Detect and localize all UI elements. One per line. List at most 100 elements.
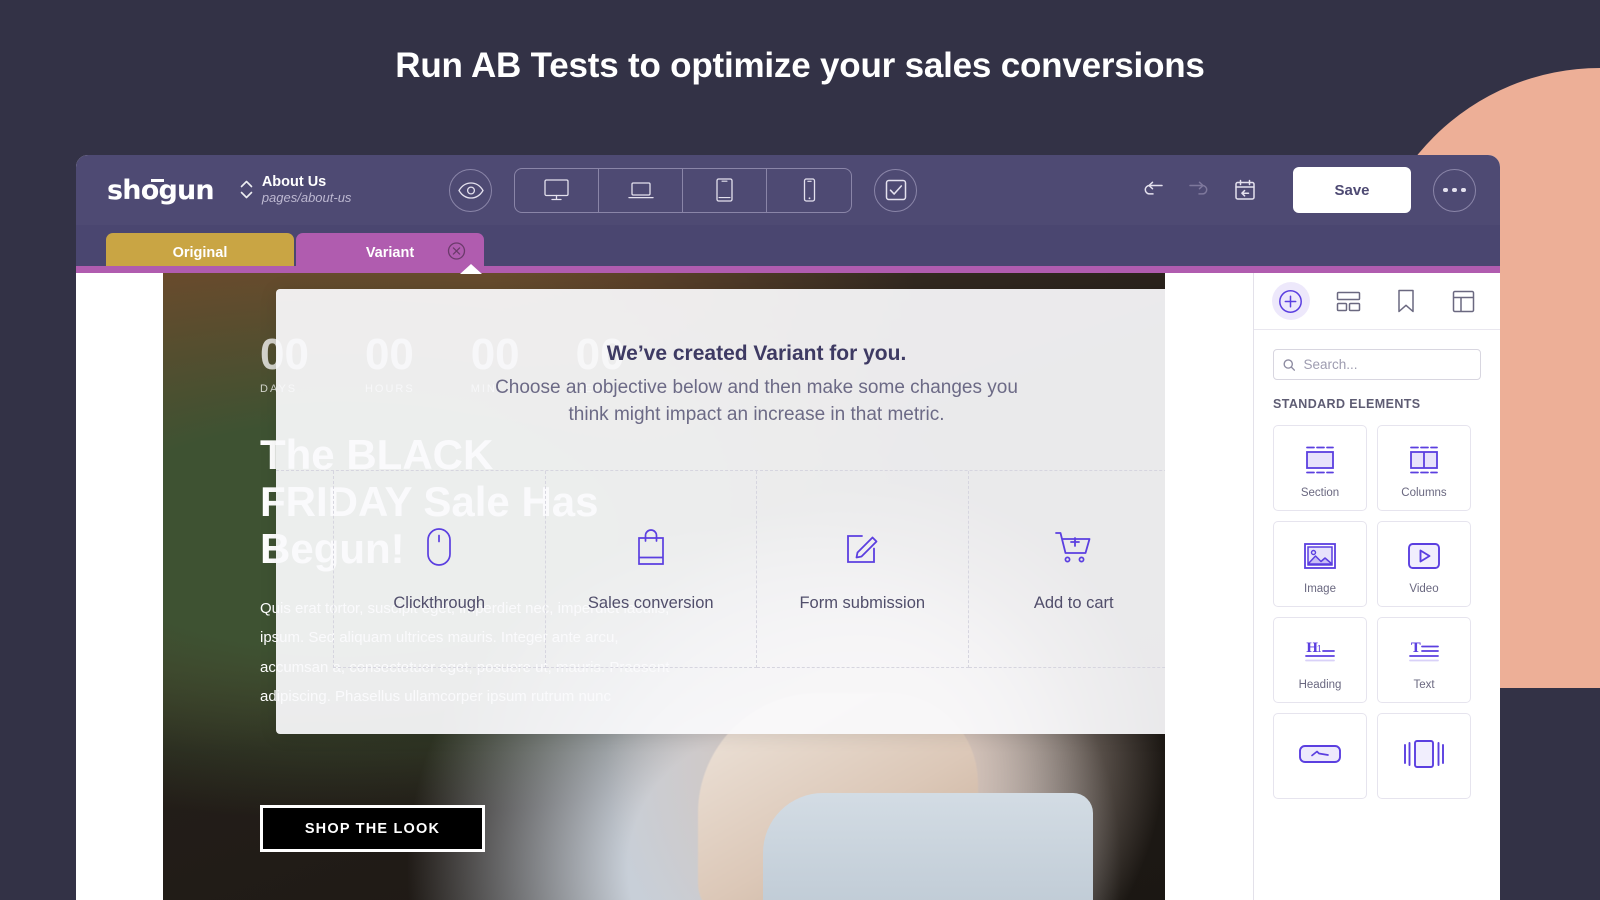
element-tile-label: Image bbox=[1304, 582, 1336, 595]
shop-the-look-button[interactable]: SHOP THE LOOK bbox=[260, 805, 485, 852]
columns-icon bbox=[1407, 438, 1441, 482]
video-icon bbox=[1406, 534, 1442, 578]
element-tile-label: Heading bbox=[1298, 678, 1342, 691]
elements-sidebar: STANDARD ELEMENTS Section bbox=[1253, 273, 1500, 900]
element-tile-label: Video bbox=[1409, 582, 1439, 595]
svg-text:1: 1 bbox=[1317, 645, 1323, 655]
element-tiles: Section Columns Image Video H 1 Heading … bbox=[1254, 411, 1500, 799]
chevron-updown-icon bbox=[240, 180, 253, 199]
layout-icon bbox=[1452, 290, 1474, 312]
sidebar-tab-row bbox=[1254, 273, 1500, 330]
publish-button[interactable] bbox=[874, 168, 918, 212]
search-input[interactable] bbox=[1303, 357, 1471, 372]
edit-pencil-icon bbox=[842, 524, 882, 570]
element-tile-text[interactable]: T Text bbox=[1377, 617, 1471, 703]
element-tile-label: Columns bbox=[1401, 486, 1447, 499]
element-tile-heading[interactable]: H 1 Heading bbox=[1273, 617, 1367, 703]
tab-pointer bbox=[460, 264, 482, 274]
variant-tab-bar: Original Variant bbox=[76, 225, 1500, 274]
top-toolbar: shogun About Us pages/about-us Save bbox=[76, 155, 1500, 225]
button-icon bbox=[1298, 732, 1342, 776]
sidebar-tab-add[interactable] bbox=[1271, 282, 1310, 320]
app-window: shogun About Us pages/about-us Save Orig… bbox=[76, 155, 1500, 900]
version-history-button[interactable] bbox=[1225, 170, 1265, 210]
plus-circle-icon bbox=[1279, 289, 1303, 313]
redo-icon bbox=[1189, 181, 1208, 195]
objective-label: Clickthrough bbox=[393, 594, 486, 613]
more-dots-icon bbox=[1443, 187, 1466, 193]
objective-add-to-cart[interactable]: Add to cart bbox=[968, 471, 1165, 668]
sidebar-tab-layers[interactable] bbox=[1329, 282, 1367, 320]
canvas-area: 00 DAYS 00 HOURS 00 MIN 00 bbox=[76, 273, 1253, 900]
variant-objective-modal: We’ve created Variant for you. Choose an… bbox=[276, 289, 1165, 734]
page-path: pages/about-us bbox=[261, 189, 352, 205]
page-title: About Us bbox=[261, 174, 327, 191]
tab-underline bbox=[76, 266, 1500, 273]
image-icon bbox=[1303, 534, 1337, 578]
logo-macron bbox=[151, 178, 164, 182]
page-headline: Run AB Tests to optimize your sales conv… bbox=[395, 46, 1205, 85]
app-body: 00 DAYS 00 HOURS 00 MIN 00 bbox=[76, 273, 1500, 900]
shopping-bag-icon bbox=[634, 524, 668, 570]
text-icon: T bbox=[1406, 630, 1442, 674]
section-title: STANDARD ELEMENTS bbox=[1273, 397, 1421, 411]
element-tile-carousel[interactable] bbox=[1377, 713, 1471, 799]
desktop-icon bbox=[544, 179, 570, 201]
element-tile-section[interactable]: Section bbox=[1273, 425, 1367, 511]
page-picker[interactable]: About Us pages/about-us bbox=[240, 174, 352, 206]
objective-label: Add to cart bbox=[1033, 594, 1114, 613]
device-tablet-button[interactable] bbox=[683, 168, 768, 212]
device-laptop-button[interactable] bbox=[599, 168, 684, 212]
objective-form-submission[interactable]: Form submission bbox=[757, 470, 969, 668]
element-tile-button[interactable] bbox=[1273, 713, 1367, 799]
objective-list: Clickthrough Sales conversion Form submi… bbox=[276, 469, 1165, 668]
more-options-button[interactable] bbox=[1433, 168, 1476, 212]
objective-label: Sales conversion bbox=[587, 594, 714, 613]
shogun-logo[interactable]: shogun bbox=[107, 175, 215, 206]
device-desktop-button[interactable] bbox=[515, 168, 600, 212]
checkbox-check-icon bbox=[885, 179, 907, 201]
preview-button[interactable] bbox=[449, 168, 493, 212]
sidebar-tab-saved[interactable] bbox=[1387, 282, 1425, 320]
layers-icon bbox=[1336, 291, 1360, 311]
modal-subtitle-line: think might impact an increase in that m… bbox=[568, 403, 945, 425]
sidebar-tab-templates[interactable] bbox=[1444, 282, 1482, 320]
tab-variant-label: Variant bbox=[365, 245, 415, 261]
objective-sales-conversion[interactable]: Sales conversion bbox=[545, 470, 757, 668]
objective-label: Form submission bbox=[799, 594, 926, 613]
heading-icon: H 1 bbox=[1302, 630, 1338, 674]
page-canvas[interactable]: 00 DAYS 00 HOURS 00 MIN 00 bbox=[163, 273, 1165, 900]
tab-original-label: Original bbox=[172, 245, 228, 261]
right-tools: Save bbox=[1133, 167, 1500, 213]
page-meta: About Us pages/about-us bbox=[262, 174, 352, 206]
mouse-icon bbox=[426, 524, 452, 570]
mobile-icon bbox=[803, 178, 816, 202]
redo-button[interactable] bbox=[1179, 170, 1219, 210]
modal-subtitle: Choose an objective below and then make … bbox=[276, 375, 1165, 429]
element-tile-label: Text bbox=[1413, 678, 1435, 691]
calendar-back-icon bbox=[1235, 179, 1255, 200]
eye-icon bbox=[458, 181, 484, 199]
element-tile-video[interactable]: Video bbox=[1377, 521, 1471, 607]
objective-clickthrough[interactable]: Clickthrough bbox=[333, 470, 546, 668]
modal-subtitle-line: Choose an objective below and then make … bbox=[495, 377, 1018, 398]
cart-plus-icon bbox=[1053, 524, 1095, 570]
modal-title: We’ve created Variant for you. bbox=[606, 342, 907, 365]
photo-sleeve bbox=[763, 793, 1093, 900]
section-icon bbox=[1303, 438, 1337, 482]
element-tile-image[interactable]: Image bbox=[1273, 521, 1367, 607]
laptop-icon bbox=[628, 181, 654, 198]
search-box[interactable] bbox=[1273, 349, 1481, 380]
device-mobile-button[interactable] bbox=[767, 169, 851, 212]
bookmark-icon bbox=[1398, 289, 1414, 313]
search-icon bbox=[1283, 358, 1296, 371]
undo-button[interactable] bbox=[1133, 170, 1173, 210]
tablet-icon bbox=[716, 178, 734, 202]
undo-icon bbox=[1144, 181, 1163, 195]
element-tile-label: Section bbox=[1300, 486, 1340, 499]
svg-text:T: T bbox=[1411, 641, 1421, 656]
save-button[interactable]: Save bbox=[1293, 167, 1411, 213]
search-wrap bbox=[1254, 330, 1500, 380]
element-tile-columns[interactable]: Columns bbox=[1377, 425, 1471, 511]
tab-close-icon[interactable] bbox=[447, 242, 466, 265]
